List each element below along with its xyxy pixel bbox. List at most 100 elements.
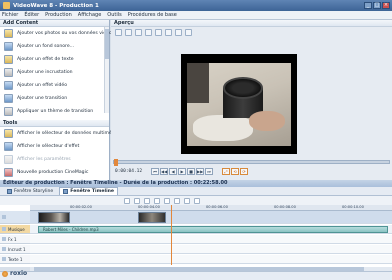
add-overlay-item[interactable]: Ajouter une incrustation (0, 66, 109, 79)
tools-header: Tools (0, 120, 109, 127)
tasks-panel: Add Content Ajouter vos photos ou vos do… (0, 20, 119, 190)
effect-selector-item[interactable]: Afficher le sélecteur d'effet (0, 140, 109, 153)
timeline-toolbar (0, 196, 392, 205)
add-video-effect-item[interactable]: Ajouter un effet vidéo (0, 79, 109, 92)
window-title: VideoWave 8 - Production 1 (13, 2, 99, 9)
music-track-header[interactable]: Musique (0, 225, 30, 234)
tab-storyline[interactable]: Fenêtre Storyline (4, 187, 56, 195)
tab-timeline[interactable]: Fenêtre Timeline (59, 187, 119, 195)
cut-icon[interactable] (135, 28, 142, 36)
close-button[interactable]: × (382, 2, 390, 9)
ruler-tick: 00:00:06.00 (206, 205, 228, 209)
timeline-icon (63, 189, 69, 194)
text-track-header[interactable]: Texte 1 (0, 255, 30, 264)
overlay-icon (4, 68, 13, 77)
paste-icon[interactable] (155, 28, 162, 36)
zoom-out-icon[interactable] (134, 197, 140, 204)
text-icon (4, 55, 13, 64)
menu-tools[interactable]: Outils (107, 12, 121, 18)
volume-icon[interactable] (184, 197, 190, 204)
marker-icon[interactable] (164, 197, 170, 204)
audio-icon[interactable] (174, 197, 180, 204)
fx-track-header[interactable]: Fx 1 (0, 235, 30, 244)
effect-icon (4, 81, 13, 90)
overlay-track-header[interactable]: Incrust 1 (0, 245, 30, 254)
crop-icon[interactable] (175, 28, 182, 36)
preview-panel: Aperçu 0:00:04.12 ⏮ ◀◀ ◀ ▶ ■ ▶▶ ⏭ ⤢ ⟲ ⟳ (111, 20, 392, 180)
fullscreen-icon[interactable] (125, 28, 132, 36)
add-soundtrack-item[interactable]: Ajouter un fond sonore... (0, 40, 109, 53)
menu-edit[interactable]: Éditer (24, 12, 39, 18)
playhead[interactable] (171, 205, 172, 265)
preview-scrubber[interactable] (113, 159, 390, 166)
scrubber-knob[interactable] (114, 159, 118, 166)
apply-transition-theme-item[interactable]: Appliquer un thème de transition (0, 105, 109, 118)
new-cinemagic-item[interactable]: Nouvelle production CineMagic (0, 166, 109, 179)
stop-button[interactable]: ■ (187, 167, 195, 175)
music-clip[interactable]: Robert Miles - Children.mp3 (38, 226, 388, 233)
storyline-icon (7, 188, 12, 194)
title-bar: VideoWave 8 - Production 1 _ □ × (0, 0, 392, 11)
delete-icon[interactable] (165, 28, 172, 36)
transition-icon (4, 94, 13, 103)
lock-icon[interactable] (194, 197, 200, 204)
video-frame (187, 63, 291, 146)
music-track: Robert Miles - Children.mp3 (30, 225, 392, 234)
text-track (30, 255, 392, 264)
tasks-scrollbar[interactable] (104, 27, 109, 113)
preview-toolbar (111, 27, 392, 37)
settings-icon (4, 155, 13, 164)
minimize-button[interactable]: _ (364, 2, 372, 9)
preview-header: Aperçu (111, 20, 392, 27)
video-clip[interactable] (38, 212, 70, 223)
copy-icon[interactable] (145, 28, 152, 36)
cinemagic-icon (4, 168, 13, 177)
go-to-start-button[interactable]: ⏮ (151, 167, 159, 175)
add-photos-video-item[interactable]: Ajouter vos photos ou vos données vidéo (0, 27, 112, 40)
track-icon (2, 215, 6, 219)
menu-production[interactable]: Production (45, 12, 72, 18)
step-back-button[interactable]: ◀ (169, 167, 177, 175)
fast-forward-button[interactable]: ▶▶ (196, 167, 204, 175)
add-content-header: Add Content (0, 20, 109, 27)
menu-basics[interactable]: Procédures de base (128, 12, 177, 18)
production-editor-title: Éditeur de production : Fenêtre Timeline… (0, 180, 392, 187)
video-track-header[interactable] (0, 211, 30, 224)
video-preview (181, 54, 297, 154)
media-selector-icon (4, 129, 13, 138)
add-text-effect-item[interactable]: Ajouter un effet de texte (0, 53, 109, 66)
undo-button[interactable]: ⟲ (231, 167, 239, 175)
split-icon[interactable] (144, 197, 150, 204)
media-selector-item[interactable]: Afficher le sélecteur de données multimé… (0, 127, 119, 140)
maximize-button[interactable]: □ (373, 2, 381, 9)
music-icon (4, 42, 13, 51)
roxio-logo-icon (2, 270, 8, 277)
go-to-end-button[interactable]: ⏭ (205, 167, 213, 175)
show-settings-item[interactable]: Afficher les paramètres (0, 153, 109, 166)
roxio-logo: roxio (2, 270, 27, 277)
menu-bar: Fichier Éditer Production Affichage Outi… (0, 11, 392, 20)
snapshot-icon[interactable] (115, 28, 122, 36)
ruler-tick: 00:00:02.00 (70, 205, 92, 209)
add-transition-item[interactable]: Ajouter une transition (0, 92, 109, 105)
trim-icon[interactable] (154, 197, 160, 204)
scroll-thumb[interactable] (105, 29, 109, 59)
status-bar (0, 271, 392, 280)
redo-button[interactable]: ⟳ (240, 167, 248, 175)
menu-file[interactable]: Fichier (2, 12, 18, 18)
fx-icon (2, 237, 6, 241)
music-icon (2, 227, 6, 231)
rotate-icon[interactable] (185, 28, 192, 36)
video-track (30, 211, 392, 224)
zoom-in-icon[interactable] (124, 197, 130, 204)
overlay-track (30, 245, 392, 254)
menu-view[interactable]: Affichage (78, 12, 102, 18)
playback-controls: 0:00:04.12 ⏮ ◀◀ ◀ ▶ ■ ▶▶ ⏭ ⤢ ⟲ ⟳ (111, 166, 392, 176)
theme-icon (4, 107, 13, 116)
video-clip[interactable] (138, 212, 166, 223)
ruler-tick: 00:00:08.00 (274, 205, 296, 209)
add-content-list: Ajouter vos photos ou vos données vidéo … (0, 27, 112, 118)
expand-button[interactable]: ⤢ (222, 167, 230, 175)
rewind-button[interactable]: ◀◀ (160, 167, 168, 175)
play-button[interactable]: ▶ (178, 167, 186, 175)
